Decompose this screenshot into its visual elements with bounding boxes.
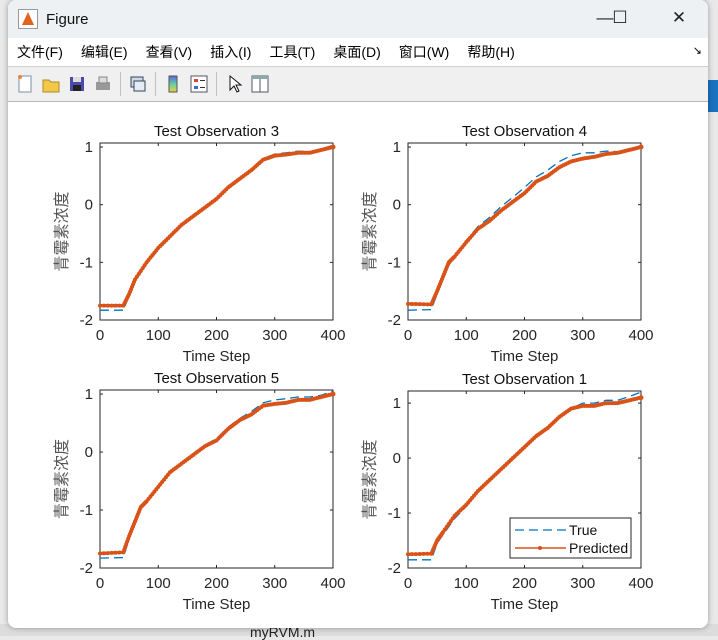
y-tick-label: 1 [85,139,93,156]
y-tick-label: 1 [393,395,401,412]
predicted-marker [409,552,414,557]
predicted-marker [406,552,410,557]
y-tick-label: 0 [85,197,93,214]
legend: True Predicted [509,517,632,559]
axes-box [99,142,334,321]
predicted-marker [109,303,114,308]
x-tick-label: 0 [404,575,412,592]
predicted-marker [413,302,418,307]
predicted-marker [113,550,118,555]
predicted-marker [425,302,430,307]
subplot-title: Test Observation 1 [462,371,587,388]
predicted-marker [421,302,426,307]
y-axis-label: 青霉素浓度 [53,191,71,271]
x-tick-label: 400 [320,327,345,344]
x-tick-label: 0 [96,575,104,592]
predicted-marker [105,303,110,308]
y-tick-label: -2 [388,560,401,577]
predicted-marker [98,551,102,556]
subplot: Test Observation 4 0 100 200 300 400 -2 -1 0 1 Tim… [361,123,654,365]
predicted-marker [109,550,114,555]
predicted-marker [101,551,106,556]
x-tick-label: 300 [262,575,287,592]
x-tick-label: 100 [454,575,479,592]
subplot-title: Test Observation 4 [462,123,587,140]
subplot: Test Observation 3 0 100 200 300 400 -2 -1 0 1 Tim… [53,123,346,365]
x-tick-label: 400 [320,575,345,592]
x-tick-label: 100 [146,327,171,344]
x-tick-label: 200 [204,327,229,344]
x-tick-label: 200 [512,575,537,592]
y-axis-label: 青霉素浓度 [361,191,379,271]
x-tick-label: 200 [204,575,229,592]
subplot: Test Observation 1 0 100 200 300 400 -2 -1 0 1 Tim… [361,371,654,613]
predicted-marker [105,551,110,556]
x-tick-label: 400 [628,575,653,592]
y-tick-label: 0 [393,450,401,467]
x-tick-label: 400 [628,327,653,344]
x-tick-label: 300 [570,575,595,592]
predicted-marker [113,303,118,308]
x-tick-label: 0 [404,327,412,344]
legend-true-label: True [569,522,597,538]
x-tick-label: 0 [96,327,104,344]
x-axis-label: Time Step [183,348,251,365]
x-axis-label: Time Step [491,596,559,613]
subplot-title: Test Observation 3 [154,123,279,140]
predicted-marker [638,395,644,401]
predicted-marker [409,301,414,306]
legend-predicted-marker [538,546,542,550]
x-tick-label: 200 [512,327,537,344]
y-tick-label: -2 [80,312,93,329]
predicted-marker [638,144,644,150]
predicted-marker [406,301,410,306]
y-tick-label: -1 [388,254,401,271]
predicted-marker [330,391,336,397]
x-tick-label: 100 [454,327,479,344]
axes-box [407,142,642,321]
predicted-marker [421,551,426,556]
y-tick-label: -1 [80,502,93,519]
predicted-marker [425,551,430,556]
x-axis-label: Time Step [491,348,559,365]
legend-predicted-label: Predicted [569,540,628,556]
y-tick-label: -1 [80,254,93,271]
x-tick-label: 100 [146,575,171,592]
predicted-marker [117,550,122,555]
x-tick-label: 300 [570,327,595,344]
y-axis-label: 青霉素浓度 [361,439,379,519]
predicted-marker [117,303,122,308]
x-tick-label: 300 [262,327,287,344]
y-tick-label: 1 [85,386,93,403]
predicted-marker [330,144,336,150]
predicted-marker [101,303,106,308]
y-axis-label: 青霉素浓度 [53,439,71,519]
y-tick-label: -1 [388,505,401,522]
axes-box [99,389,334,569]
x-axis-label: Time Step [183,596,251,613]
predicted-marker [417,551,422,556]
subplot: Test Observation 5 0 100 200 300 400 -2 -1 0 1 Tim… [53,370,346,613]
predicted-marker [417,302,422,307]
predicted-marker [413,552,418,557]
y-tick-label: -2 [388,312,401,329]
y-tick-label: 0 [393,197,401,214]
y-tick-label: 1 [393,139,401,156]
y-tick-label: -2 [80,560,93,577]
predicted-marker [98,303,102,308]
subplot-title: Test Observation 5 [154,370,279,387]
y-tick-label: 0 [85,444,93,461]
figure-canvas: Test Observation 30 100 200 300 400-2-101Tim… [53,123,654,613]
